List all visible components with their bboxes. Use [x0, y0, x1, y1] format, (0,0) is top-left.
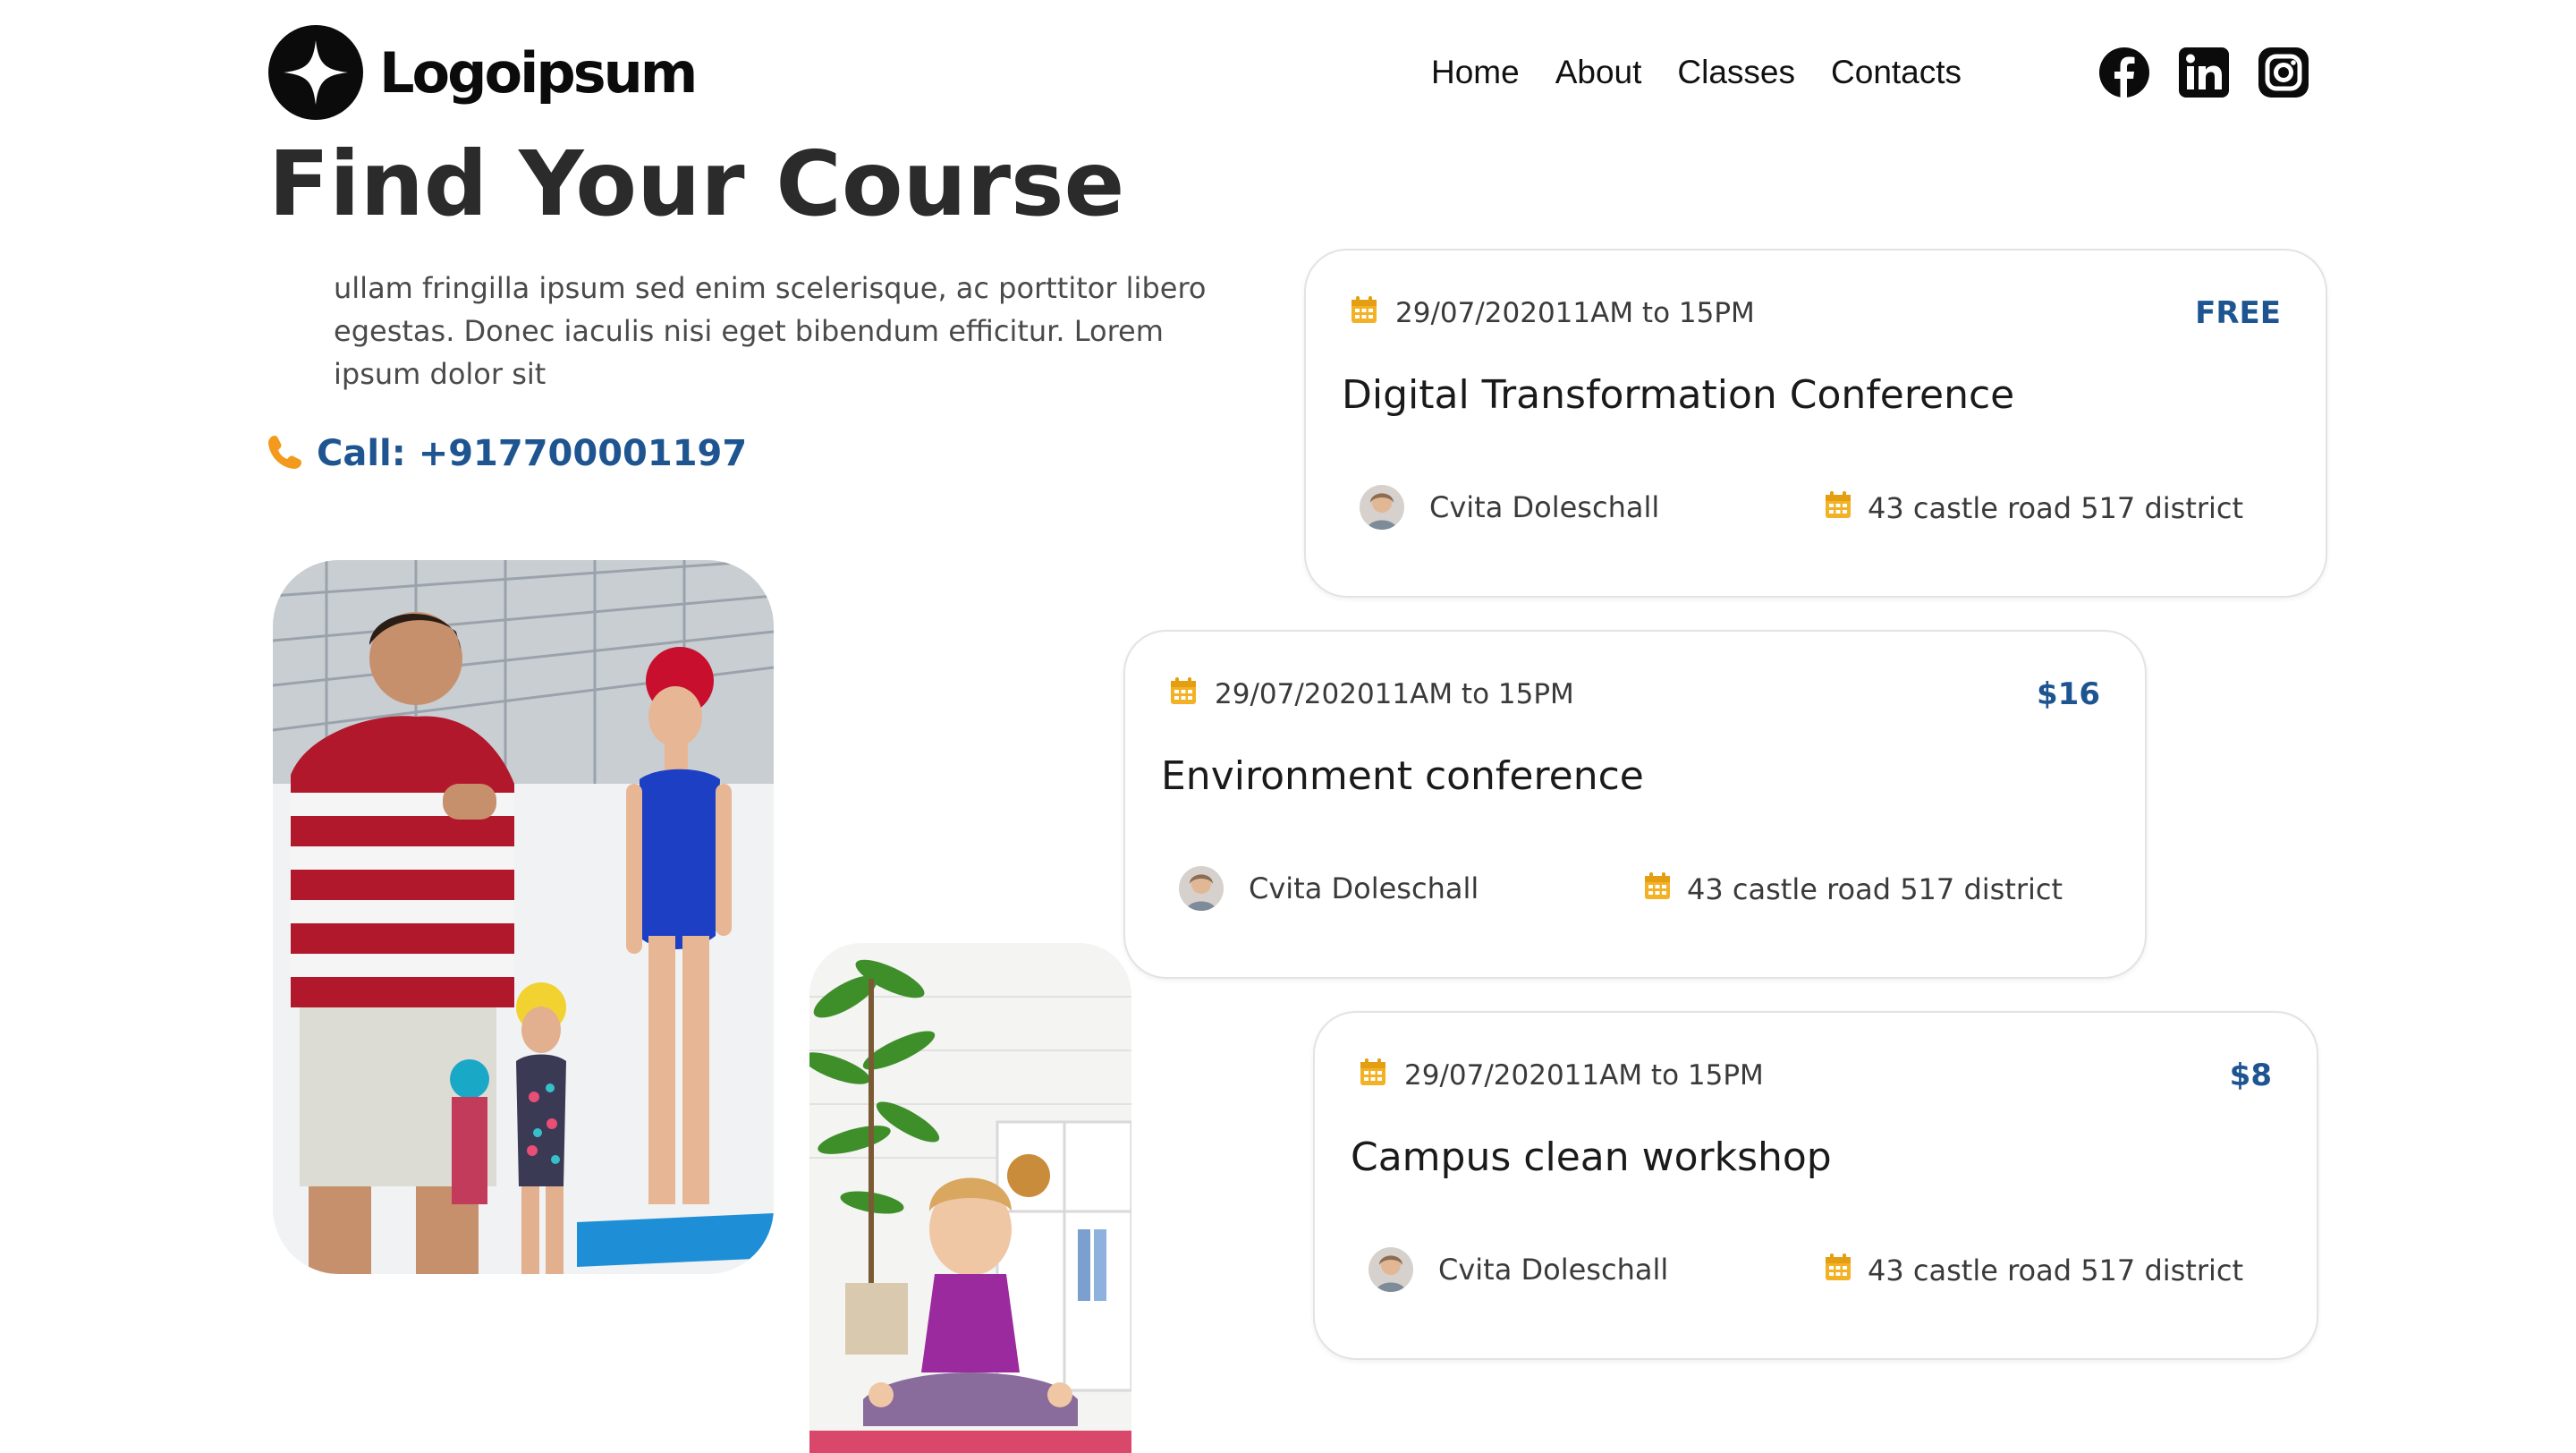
nav-classes[interactable]: Classes — [1677, 50, 1795, 95]
nav-contacts[interactable]: Contacts — [1831, 50, 1962, 95]
event-date-text: 29/07/202011AM to 15PM — [1215, 678, 1574, 710]
event-date: 29/07/202011AM to 15PM — [1351, 295, 1755, 331]
calendar-icon — [1644, 871, 1671, 907]
event-host: Cvita Doleschall — [1179, 866, 1479, 911]
intro-text: ullam fringilla ipsum sed enim scelerisq… — [334, 271, 1207, 391]
linkedin-icon[interactable] — [2178, 47, 2230, 98]
logo-star-icon — [268, 25, 363, 120]
event-host: Cvita Doleschall — [1360, 485, 1659, 530]
logo[interactable]: Logoipsum — [268, 25, 698, 120]
event-card[interactable]: 29/07/202011AM to 15PM $16 Environment c… — [1123, 630, 2147, 979]
call-label: Call: +917700001197 — [317, 433, 748, 474]
yoga-girl-photo — [809, 943, 1131, 1453]
nav-about[interactable]: About — [1555, 50, 1642, 95]
event-date: 29/07/202011AM to 15PM — [1360, 1058, 1764, 1093]
event-host-name: Cvita Doleschall — [1438, 1253, 1669, 1287]
facebook-icon[interactable] — [2098, 47, 2150, 98]
event-host: Cvita Doleschall — [1368, 1247, 1668, 1292]
event-location: 43 castle road 517 district — [1825, 1253, 2243, 1288]
event-price: $16 — [2037, 676, 2100, 712]
event-location-text: 43 castle road 517 district — [1687, 872, 2063, 906]
social-links — [2098, 47, 2337, 98]
event-card[interactable]: 29/07/202011AM to 15PM FREE Digital Tran… — [1304, 249, 2327, 598]
event-host-name: Cvita Doleschall — [1249, 871, 1479, 905]
calendar-icon — [1170, 676, 1197, 712]
event-price: FREE — [2195, 295, 2281, 331]
logo-text: Logoipsum — [379, 39, 698, 106]
event-title[interactable]: Digital Transformation Conference — [1342, 372, 2014, 418]
event-location-text: 43 castle road 517 district — [1868, 491, 2244, 525]
event-host-name: Cvita Doleschall — [1429, 490, 1660, 524]
call-link[interactable]: Call: +917700001197 — [267, 433, 747, 474]
nav-home[interactable]: Home — [1431, 50, 1520, 95]
calendar-icon — [1825, 1253, 1852, 1288]
avatar — [1360, 485, 1404, 530]
calendar-icon — [1360, 1058, 1386, 1093]
swimming-lesson-photo — [273, 560, 774, 1274]
avatar — [1368, 1247, 1413, 1292]
event-location: 43 castle road 517 district — [1825, 490, 2243, 526]
event-title[interactable]: Environment conference — [1161, 753, 1644, 799]
event-date-text: 29/07/202011AM to 15PM — [1404, 1059, 1764, 1092]
calendar-icon — [1825, 490, 1852, 526]
event-card[interactable]: 29/07/202011AM to 15PM $8 Campus clean w… — [1313, 1011, 2318, 1360]
event-location-text: 43 castle road 517 district — [1868, 1253, 2244, 1287]
event-date-text: 29/07/202011AM to 15PM — [1395, 297, 1755, 329]
avatar — [1179, 866, 1224, 911]
main-nav: Home About Classes Contacts — [1431, 50, 1997, 95]
calendar-icon — [1351, 295, 1377, 331]
event-title[interactable]: Campus clean workshop — [1351, 1134, 1832, 1180]
instagram-icon[interactable] — [2258, 47, 2309, 98]
page-title: Find Your Course — [268, 132, 1125, 236]
event-date: 29/07/202011AM to 15PM — [1170, 676, 1574, 712]
event-price: $8 — [2229, 1058, 2272, 1093]
phone-icon — [267, 433, 304, 474]
event-location: 43 castle road 517 district — [1644, 871, 2063, 907]
